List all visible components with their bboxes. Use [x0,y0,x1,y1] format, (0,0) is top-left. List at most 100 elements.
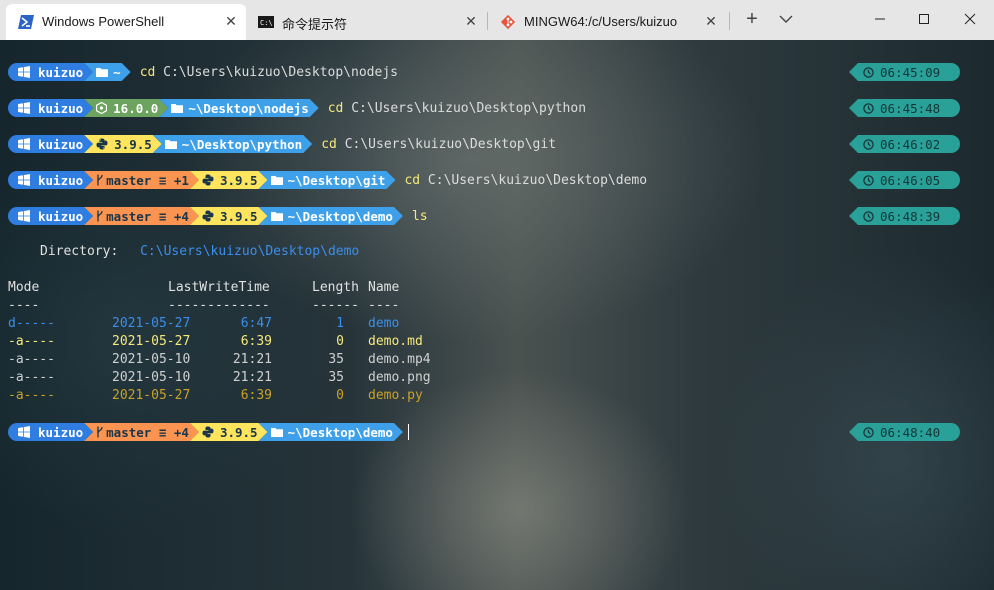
directory-label: Directory: [40,244,119,259]
python-icon [96,138,108,150]
time-segment: 06:45:48 [849,99,960,117]
close-tab-icon[interactable]: ✕ [702,12,720,30]
close-tab-icon[interactable]: ✕ [222,12,240,30]
chevron-down-icon[interactable] [776,9,796,29]
maximize-icon [919,14,929,24]
path-segment: ~\Desktop\demo [259,423,403,441]
user-name: kuizuo [38,172,84,188]
table-row: -a---- 2021-05-10 21:21 35 demo.png [8,370,431,388]
row-name: demo.md [368,334,423,349]
user-segment: kuizuo [8,99,93,117]
table-row: -a---- 2021-05-10 21:21 35 demo.mp4 [8,352,431,370]
tab-bar: Windows PowerShell ✕ C:\ 命令提示符 ✕ MINGW64… [0,0,994,40]
clock-icon [863,426,874,438]
python-version: 3.9.5 [114,136,152,152]
path-text: ~ [113,64,121,80]
text-cursor[interactable] [407,424,409,440]
path-segment: ~\Desktop\nodejs [159,99,318,117]
minimize-button[interactable] [856,0,904,38]
row-time: 6:39 [240,388,272,403]
new-tab-button[interactable]: + [741,8,763,30]
command-text: cd C:\Users\kuizuo\Desktop\git [321,136,557,152]
git-branch-icon [96,210,104,222]
git-branch-icon [96,174,104,186]
close-icon [964,13,976,25]
row-mode: d----- [8,316,55,331]
row-date: 2021-05-10 [112,370,191,385]
prompt-line: kuizuo 16.0.0 ~\Desktop\nodejs cd C:\Use… [8,99,586,117]
row-length: 1 [336,316,344,331]
maximize-button[interactable] [900,0,948,38]
rule-mode: ---- [8,298,40,313]
time-text: 06:48:40 [880,424,941,440]
user-segment: kuizuo [8,207,93,225]
git-status: master ≡ +1 [106,172,189,188]
user-segment: kuizuo [8,423,93,441]
row-name: demo.py [368,388,423,403]
user-segment: kuizuo [8,63,93,81]
row-time: 6:47 [240,316,272,331]
clock-icon [863,66,874,78]
user-segment: kuizuo [8,135,93,153]
row-length: 0 [336,334,344,349]
folder-icon [165,139,177,149]
python-icon [202,174,214,186]
tab-divider [729,12,730,30]
close-tab-icon[interactable]: ✕ [462,12,480,30]
windows-icon [18,102,30,114]
tab-cmd[interactable]: C:\ 命令提示符 ✕ [246,4,486,40]
user-name: kuizuo [38,136,84,152]
row-date: 2021-05-27 [112,316,191,331]
cmd-icon: C:\ [258,16,274,28]
time-segment: 06:46:05 [849,171,960,189]
python-icon [202,426,214,438]
time-segment: 06:48:39 [849,207,960,225]
time-text: 06:46:05 [880,172,941,188]
folder-icon [171,103,183,113]
python-version: 3.9.5 [219,208,258,224]
folder-icon [271,175,283,185]
time-text: 06:46:02 [880,136,941,152]
folder-icon [96,67,108,77]
user-name: kuizuo [38,424,84,440]
tab-mingw64[interactable]: MINGW64:/c/Users/kuizuo ✕ [488,4,728,40]
nodejs-icon [96,102,107,114]
time-segment: 06:45:09 [849,63,960,81]
node-segment: 16.0.0 [84,99,168,117]
terminal-pane[interactable]: kuizuo ~ cd C:\Users\kuizuo\Desktop\node… [0,40,994,590]
time-segment: 06:46:02 [849,135,960,153]
row-time: 21:21 [232,352,272,367]
row-mode: -a---- [8,370,55,385]
directory-line: Directory: C:\Users\kuizuo\Desktop\demo [40,244,359,259]
tab-title: Windows PowerShell [42,14,165,29]
close-window-button[interactable] [946,0,994,38]
header-mode: Mode [8,280,40,295]
path-text: ~\Desktop\demo [287,424,393,440]
windows-icon [18,210,30,222]
header-length: Length [312,280,359,295]
path-segment: ~\Desktop\python [153,135,312,153]
prompt-line: kuizuo 3.9.5 ~\Desktop\python cd C:\User… [8,135,556,153]
listing-rule: ---- ------------- ------ ---- [8,298,428,316]
row-length: 0 [336,388,344,403]
powershell-icon [18,15,34,29]
git-segment: master ≡ +1 [84,171,199,189]
time-text: 06:48:39 [880,208,941,224]
user-segment: kuizuo [8,171,93,189]
folder-icon [271,427,283,437]
clock-icon [863,174,874,186]
python-icon [202,210,214,222]
clock-icon [863,102,874,114]
prompt-line: kuizuo master ≡ +4 3.9.5 ~\Desktop\demo … [8,207,428,225]
row-name: demo.png [368,370,431,385]
tab-powershell[interactable]: Windows PowerShell ✕ [6,4,246,40]
python-segment: 3.9.5 [190,207,268,225]
directory-path: C:\Users\kuizuo\Desktop\demo [140,244,360,259]
row-length: 35 [328,370,344,385]
prompt-line-current: kuizuo master ≡ +4 3.9.5 ~\Desktop\demo [8,423,409,441]
minimize-icon [875,18,885,20]
row-time: 21:21 [232,370,272,385]
user-name: kuizuo [38,64,84,80]
prompt-line: kuizuo ~ cd C:\Users\kuizuo\Desktop\node… [8,63,398,81]
user-name: kuizuo [38,208,84,224]
